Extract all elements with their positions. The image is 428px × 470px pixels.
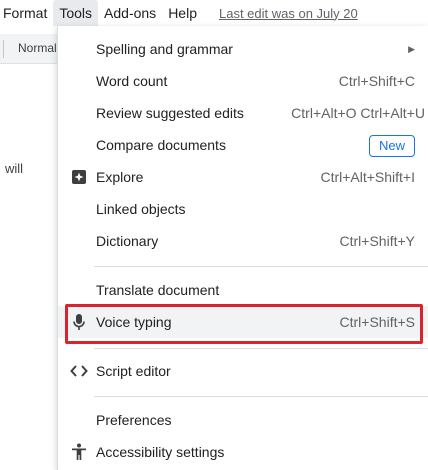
menu-separator xyxy=(94,266,428,267)
menu-help[interactable]: Help xyxy=(162,0,203,26)
menu-item-dictionary[interactable]: Dictionary Ctrl+Shift+Y xyxy=(58,225,428,257)
menu-item-review-suggested-edits[interactable]: Review suggested edits Ctrl+Alt+O Ctrl+A… xyxy=(58,97,428,129)
menu-item-accessibility-settings[interactable]: Accessibility settings xyxy=(58,436,428,468)
menu-item-preferences[interactable]: Preferences xyxy=(58,404,428,436)
menu-separator xyxy=(94,348,428,349)
menu-tools[interactable]: Tools xyxy=(53,0,99,26)
menu-item-label: Script editor xyxy=(96,363,171,379)
menu-addons[interactable]: Add-ons xyxy=(98,0,162,26)
menu-item-compare-documents[interactable]: Compare documents New xyxy=(58,129,428,161)
tools-menu-dropdown: Spelling and grammar ▶ Word count Ctrl+S… xyxy=(57,26,428,470)
highlight-callout xyxy=(65,304,423,344)
menu-item-translate-document[interactable]: Translate document xyxy=(58,274,428,306)
menu-item-label: Compare documents xyxy=(96,137,226,153)
menu-item-label: Linked objects xyxy=(96,201,186,217)
menu-item-shortcut: Ctrl+Shift+Y xyxy=(339,233,415,249)
menu-item-label: Preferences xyxy=(96,412,172,428)
code-brackets-icon xyxy=(70,362,88,380)
accessibility-icon xyxy=(70,443,88,461)
document-text: will xyxy=(5,161,24,176)
explore-icon xyxy=(70,168,88,186)
new-badge: New xyxy=(369,135,415,157)
menu-item-label: Explore xyxy=(96,169,144,185)
menu-item-label: Review suggested edits xyxy=(96,105,244,121)
menu-item-spelling-grammar[interactable]: Spelling and grammar ▶ xyxy=(58,33,428,65)
toolbar-divider xyxy=(3,40,4,58)
menu-item-label: Spelling and grammar xyxy=(96,41,233,57)
last-edit-link[interactable]: Last edit was on July 20 xyxy=(219,6,358,21)
menu-item-shortcut: Ctrl+Shift+C xyxy=(338,73,415,89)
menu-item-shortcut: Ctrl+Alt+O Ctrl+Alt+U xyxy=(291,105,425,121)
menu-item-label: Word count xyxy=(96,73,168,89)
menu-item-word-count[interactable]: Word count Ctrl+Shift+C xyxy=(58,65,428,97)
document-canvas[interactable] xyxy=(0,65,60,470)
menu-separator xyxy=(94,396,428,397)
menu-item-label: Accessibility settings xyxy=(96,444,225,460)
menu-item-explore[interactable]: Explore Ctrl+Alt+Shift+I xyxy=(58,161,428,193)
menu-bar: Format Tools Add-ons Help Last edit was … xyxy=(0,0,428,26)
menu-item-linked-objects[interactable]: Linked objects xyxy=(58,193,428,225)
submenu-arrow-icon: ▶ xyxy=(408,43,415,54)
menu-format[interactable]: Format xyxy=(0,0,53,26)
menu-item-label: Translate document xyxy=(96,282,220,298)
menu-item-label: Dictionary xyxy=(96,233,159,249)
paragraph-style-select[interactable]: Normal xyxy=(18,41,57,55)
menu-item-script-editor[interactable]: Script editor xyxy=(58,355,428,387)
menu-item-shortcut: Ctrl+Alt+Shift+I xyxy=(320,169,415,185)
